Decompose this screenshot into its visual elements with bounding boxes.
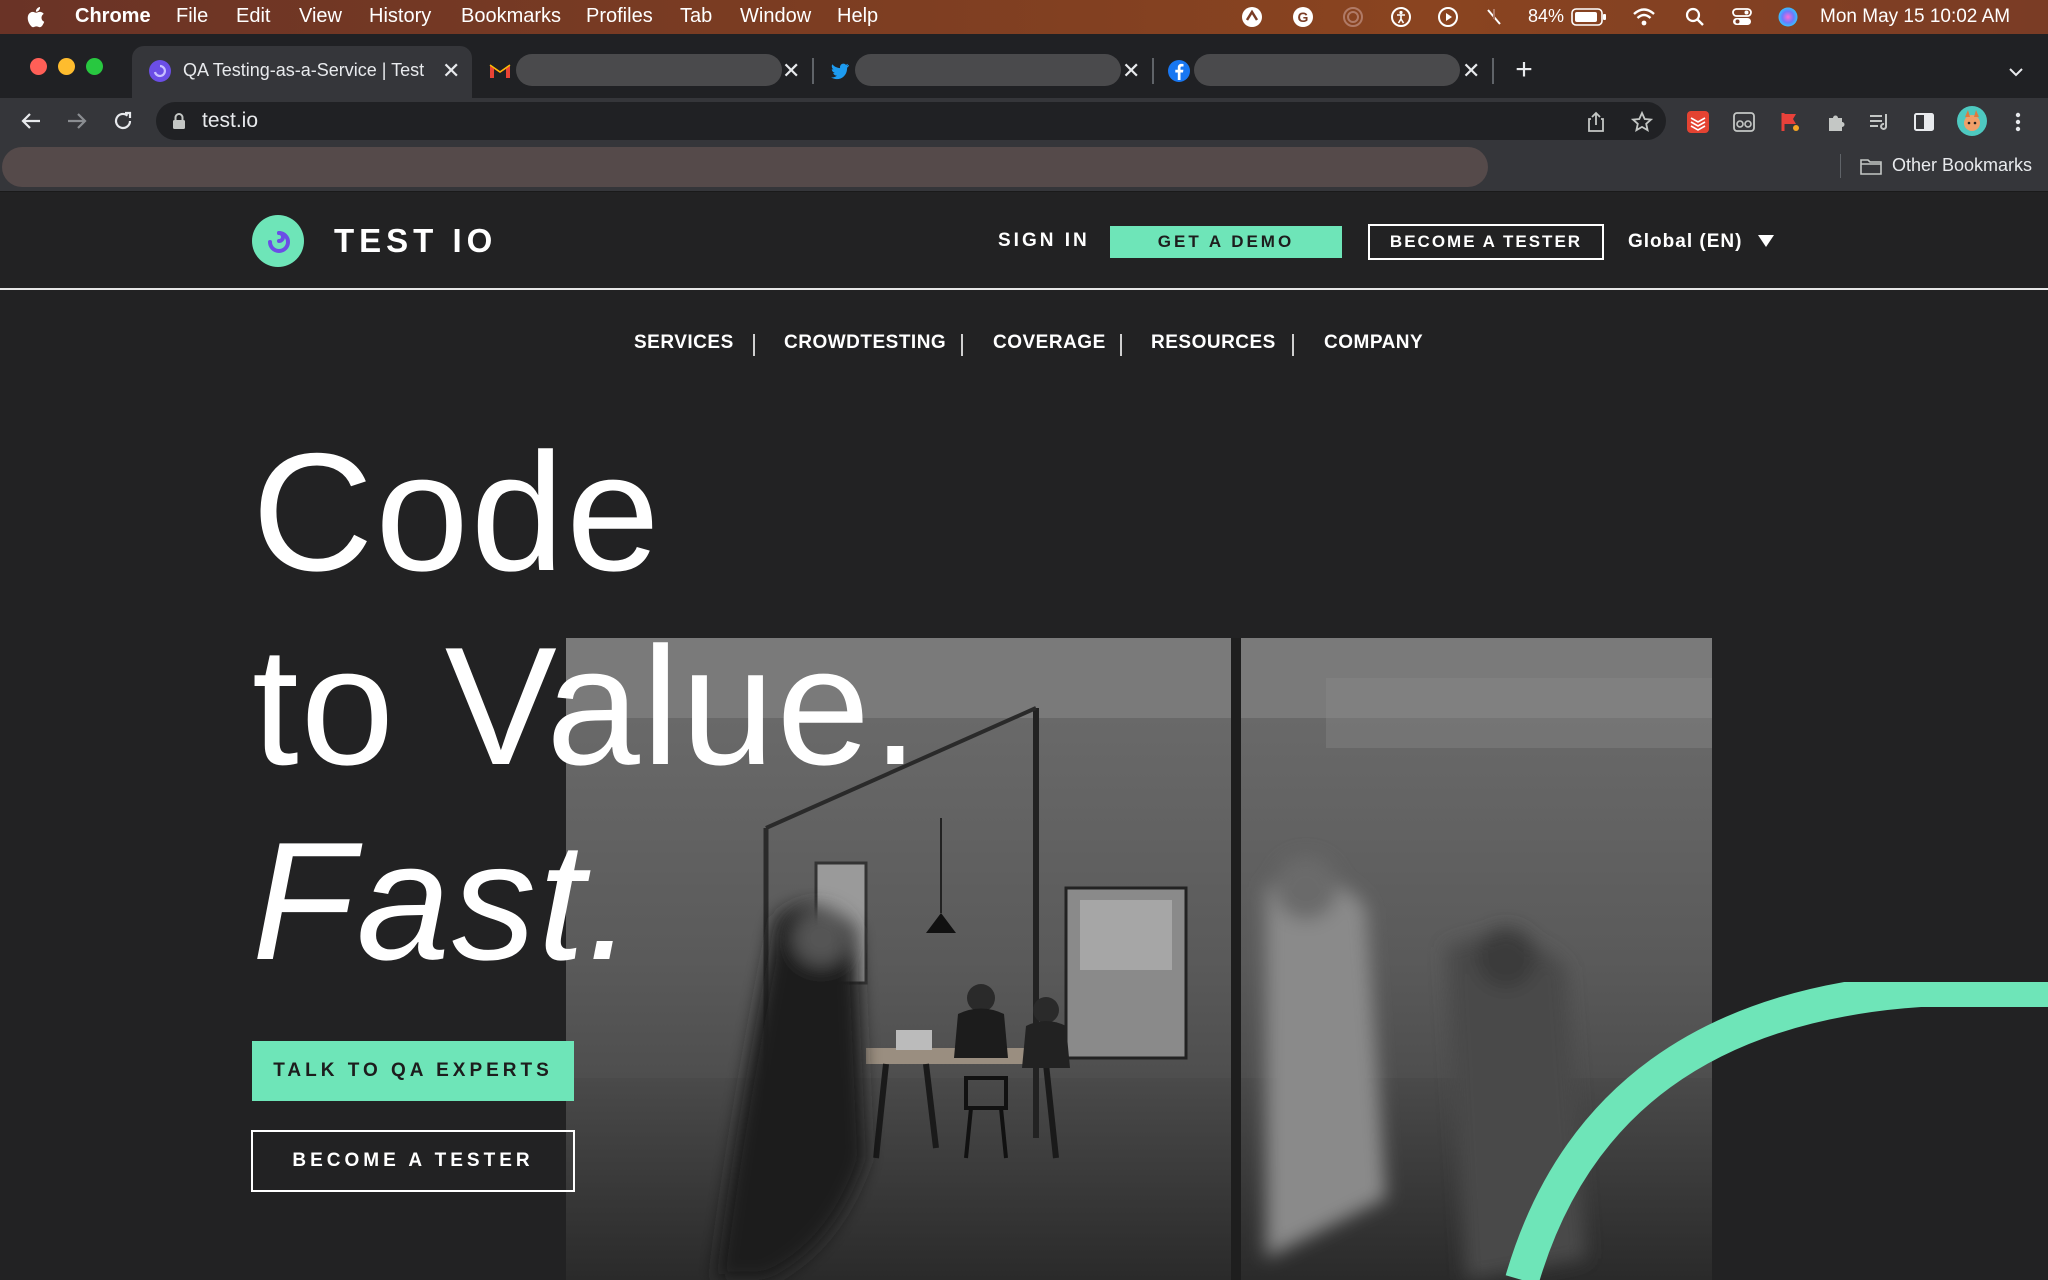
glasses-extension-icon[interactable] bbox=[1730, 108, 1758, 136]
share-icon[interactable] bbox=[1582, 108, 1610, 136]
chrome-menu-icon[interactable] bbox=[2004, 108, 2032, 136]
hero-line-1: Code bbox=[252, 418, 662, 606]
url-text[interactable]: test.io bbox=[202, 109, 258, 133]
grammarly-icon[interactable]: G bbox=[1291, 6, 1315, 28]
microphone-off-icon[interactable] bbox=[1482, 6, 1506, 28]
tab-close-icon[interactable]: ✕ bbox=[442, 60, 460, 82]
nav-separator bbox=[961, 334, 963, 356]
lock-icon[interactable] bbox=[170, 110, 188, 132]
new-tab-icon[interactable]: + bbox=[1510, 53, 1538, 86]
maximize-window-button[interactable] bbox=[86, 58, 103, 75]
reading-list-icon[interactable] bbox=[1866, 108, 1894, 136]
testio-logo-icon[interactable] bbox=[252, 215, 304, 267]
back-arrow-icon[interactable] bbox=[16, 106, 46, 136]
forward-arrow-icon[interactable] bbox=[62, 106, 92, 136]
creative-cloud-icon[interactable] bbox=[1240, 6, 1264, 28]
become-a-tester-button[interactable]: BECOME A TESTER bbox=[251, 1130, 575, 1192]
tab-separator bbox=[1492, 58, 1494, 84]
nav-separator bbox=[753, 334, 755, 356]
siri-icon[interactable] bbox=[1776, 6, 1800, 28]
hero-line-3: Fast. bbox=[252, 807, 636, 995]
airdrop-icon[interactable] bbox=[1341, 6, 1365, 28]
menu-help[interactable]: Help bbox=[837, 5, 878, 28]
menu-window[interactable]: Window bbox=[740, 5, 811, 28]
minimize-window-button[interactable] bbox=[58, 58, 75, 75]
play-icon[interactable] bbox=[1436, 6, 1460, 28]
nav-resources[interactable]: RESOURCES bbox=[1151, 332, 1276, 354]
twitter-icon bbox=[829, 60, 851, 82]
apple-icon[interactable] bbox=[26, 4, 48, 30]
nav-crowdtesting[interactable]: CROWDTESTING bbox=[784, 332, 946, 354]
menu-tab[interactable]: Tab bbox=[680, 5, 712, 28]
bookmark-separator bbox=[1840, 154, 1841, 178]
tab-separator bbox=[812, 58, 814, 84]
become-a-tester-header-button[interactable]: BECOME A TESTER bbox=[1368, 224, 1604, 260]
tab-title: QA Testing-as-a-Service | Test bbox=[183, 60, 425, 80]
address-bar[interactable] bbox=[156, 102, 1666, 140]
side-panel-icon[interactable] bbox=[1910, 108, 1938, 136]
decorative-accent-arc bbox=[1505, 982, 2048, 1280]
bookmark-star-icon[interactable] bbox=[1628, 108, 1656, 136]
webpage: TEST IO SIGN IN GET A DEMO BECOME A TEST… bbox=[0, 192, 2048, 1280]
testio-favicon-icon bbox=[149, 60, 171, 82]
battery-percent: 84% bbox=[1528, 6, 1565, 26]
logo-wordmark[interactable]: TEST IO bbox=[334, 222, 497, 260]
close-window-button[interactable] bbox=[30, 58, 47, 75]
tab-separator bbox=[1152, 58, 1154, 84]
menu-app-chrome[interactable]: Chrome bbox=[75, 5, 151, 28]
nav-services[interactable]: SERVICES bbox=[634, 332, 734, 354]
menu-file[interactable]: File bbox=[176, 5, 208, 28]
redacted-tab-title bbox=[855, 54, 1121, 86]
tab-close-icon[interactable]: ✕ bbox=[782, 60, 800, 82]
todoist-extension-icon[interactable] bbox=[1684, 108, 1712, 136]
profile-avatar-icon[interactable] bbox=[1955, 104, 1989, 138]
sign-in-link[interactable]: SIGN IN bbox=[998, 230, 1090, 252]
talk-to-qa-experts-button[interactable]: TALK TO QA EXPERTS bbox=[252, 1041, 574, 1101]
gmail-icon bbox=[488, 60, 511, 82]
menu-history[interactable]: History bbox=[369, 5, 431, 28]
facebook-icon bbox=[1168, 60, 1190, 82]
caret-down-icon bbox=[1757, 235, 1774, 247]
clock: Mon May 15 10:02 AM bbox=[1820, 6, 2011, 27]
nav-company[interactable]: COMPANY bbox=[1324, 332, 1423, 354]
battery-icon[interactable] bbox=[1570, 6, 1608, 28]
redacted-tab-title bbox=[1194, 54, 1460, 86]
nav-coverage[interactable]: COVERAGE bbox=[993, 332, 1106, 354]
get-a-demo-button[interactable]: GET A DEMO bbox=[1110, 226, 1342, 258]
svg-text:G: G bbox=[1298, 9, 1309, 25]
tab-close-icon[interactable]: ✕ bbox=[1462, 60, 1480, 82]
redacted-tab-title bbox=[516, 54, 782, 86]
wifi-icon[interactable] bbox=[1632, 6, 1656, 28]
menu-profiles[interactable]: Profiles bbox=[586, 5, 653, 28]
site-header: TEST IO SIGN IN GET A DEMO BECOME A TEST… bbox=[0, 192, 2048, 290]
accessibility-icon[interactable] bbox=[1389, 6, 1413, 28]
language-label: Global (EN) bbox=[1628, 231, 1743, 252]
language-selector[interactable]: Global (EN) bbox=[1628, 231, 1775, 253]
flag-extension-icon[interactable] bbox=[1776, 108, 1804, 136]
spotlight-search-icon[interactable] bbox=[1683, 6, 1707, 28]
menu-edit[interactable]: Edit bbox=[236, 5, 270, 28]
other-bookmarks-folder[interactable]: Other Bookmarks bbox=[1892, 155, 2032, 176]
menu-bookmarks[interactable]: Bookmarks bbox=[461, 5, 561, 28]
nav-separator bbox=[1120, 334, 1122, 356]
menu-view[interactable]: View bbox=[299, 5, 342, 28]
folder-icon bbox=[1858, 154, 1884, 178]
primary-nav: SERVICES CROWDTESTING COVERAGE RESOURCES… bbox=[0, 332, 2048, 362]
tab-search-chevron-icon[interactable] bbox=[2004, 60, 2028, 84]
hero-line-2: to Value. bbox=[252, 612, 921, 800]
nav-separator bbox=[1292, 334, 1294, 356]
macos-menubar: Chrome File Edit View History Bookmarks … bbox=[0, 0, 2048, 34]
extensions-puzzle-icon[interactable] bbox=[1822, 108, 1850, 136]
tab-close-icon[interactable]: ✕ bbox=[1122, 60, 1140, 82]
reload-icon[interactable] bbox=[108, 106, 138, 136]
redacted-bookmarks bbox=[2, 147, 1488, 187]
control-center-icon[interactable] bbox=[1730, 6, 1754, 28]
